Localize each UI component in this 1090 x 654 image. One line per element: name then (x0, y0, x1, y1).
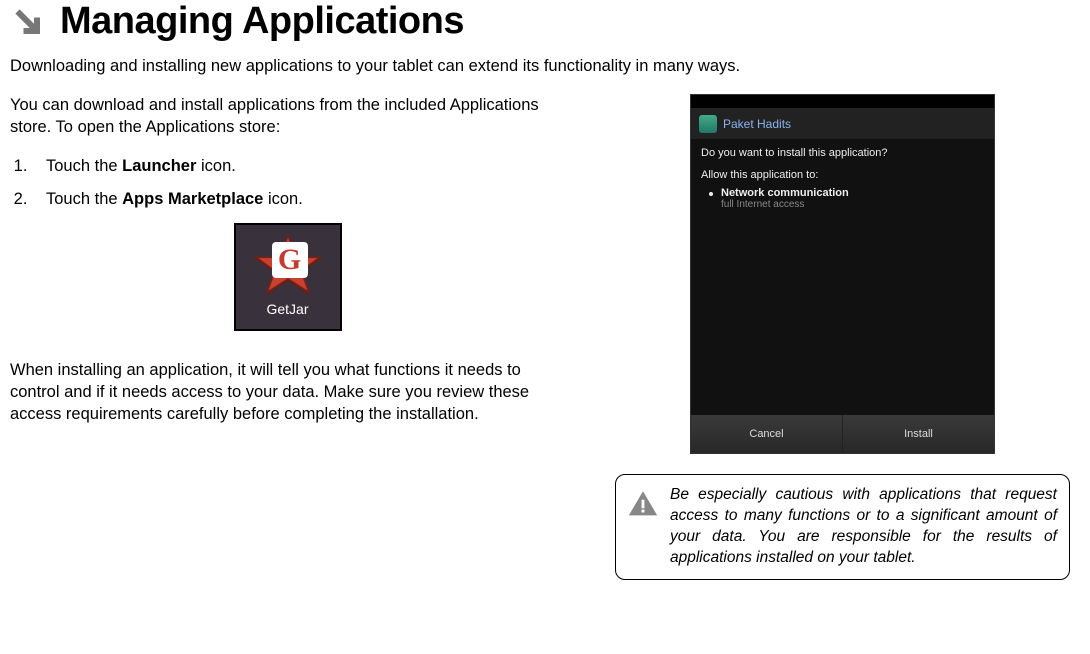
left-column: You can download and install application… (10, 94, 565, 580)
permission-subtitle: full Internet access (721, 199, 849, 210)
g-letter-icon: G (272, 242, 308, 278)
star-icon: G (250, 229, 326, 305)
install-button[interactable]: Install (843, 415, 994, 453)
step2-prefix: Touch the (46, 190, 122, 208)
dialog-question: Do you want to install this application? (701, 147, 984, 159)
right-column: Paket Hadits Do you want to install this… (605, 94, 1080, 580)
steps-list: Touch the Launcher icon. Touch the Apps … (10, 157, 565, 209)
warning-box: Be especially cautious with applications… (615, 474, 1070, 580)
cancel-button[interactable]: Cancel (691, 415, 843, 453)
install-dialog-screenshot: Paket Hadits Do you want to install this… (690, 94, 995, 454)
getjar-icon-block: G GetJar (10, 223, 565, 331)
dialog-buttons: Cancel Install (691, 415, 994, 453)
app-icon (699, 115, 717, 133)
step-1: Touch the Launcher icon. (32, 157, 565, 176)
install-notes: When installing an application, it will … (10, 359, 565, 426)
step2-suffix: icon. (263, 190, 302, 208)
step2-bold: Apps Marketplace (122, 190, 263, 208)
arrow-down-right-icon (10, 4, 46, 40)
page-heading: Managing Applications (10, 0, 1080, 43)
warning-icon (624, 487, 662, 526)
permission-title: Network communication (721, 187, 849, 199)
dialog-body: Do you want to install this application?… (691, 139, 994, 415)
step1-suffix: icon. (196, 157, 235, 175)
store-intro: You can download and install application… (10, 94, 565, 139)
step1-bold: Launcher (122, 157, 196, 175)
bullet-icon (709, 192, 713, 196)
phone-status-bar (691, 95, 994, 109)
dialog-title-bar: Paket Hadits (691, 109, 994, 139)
dialog-allow-label: Allow this application to: (701, 169, 984, 181)
intro-text: Downloading and installing new applicati… (10, 57, 1080, 76)
dialog-app-name: Paket Hadits (723, 117, 791, 131)
step-2: Touch the Apps Marketplace icon. (32, 190, 565, 209)
step1-prefix: Touch the (46, 157, 122, 175)
warning-text: Be especially cautious with applications… (670, 485, 1057, 569)
page-title: Managing Applications (60, 0, 464, 43)
getjar-app-icon: G GetJar (234, 223, 342, 331)
permission-row: Network communication full Internet acce… (709, 187, 984, 210)
